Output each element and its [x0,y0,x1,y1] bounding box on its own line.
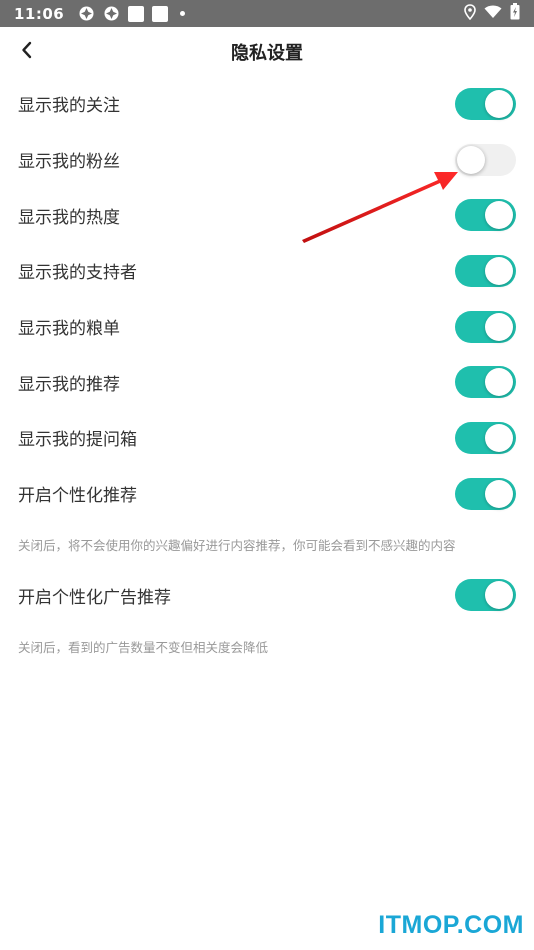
setting-row-personalized-ads: 开启个性化广告推荐 [0,568,534,624]
setting-row-show-food-list: 显示我的粮单 [0,299,534,355]
setting-label: 显示我的热度 [18,207,120,228]
show-fans-toggle[interactable] [455,143,516,176]
toggle-knob [485,201,513,230]
watermark: ITMOP.COM [378,911,524,939]
personalized-recommendation-hint: 关闭后，将不会使用你的兴趣偏好进行内容推荐，你可能会看到不感兴趣的内容 [18,538,456,553]
show-recommendations-toggle[interactable] [455,366,516,399]
chevron-left-icon [20,41,34,63]
setting-label: 开启个性化广告推荐 [18,587,171,608]
status-time: 11:06 [14,4,65,23]
toggle-knob [485,89,513,118]
battery-charging-icon [510,3,520,24]
square-notification-icon [128,5,145,22]
more-dot-icon [180,11,186,16]
location-icon [464,3,476,24]
toggle-knob [485,368,513,397]
setting-row-show-following: 显示我的关注 [0,76,534,132]
setting-label: 显示我的支持者 [18,263,137,284]
toggle-knob [485,312,513,341]
setting-row-personalized-recommendation: 开启个性化推荐 [0,466,534,522]
setting-row-show-supporters: 显示我的支持者 [0,243,534,299]
show-popularity-toggle[interactable] [455,199,516,232]
page-title: 隐私设置 [231,43,303,64]
setting-label: 显示我的关注 [18,96,120,117]
status-bar: 11:06 [0,0,534,27]
square-notification-icon [152,5,169,22]
setting-label: 显示我的粮单 [18,319,120,340]
show-food-list-toggle[interactable] [455,310,516,343]
setting-label: 显示我的推荐 [18,374,120,395]
show-following-toggle[interactable] [455,87,516,120]
app-notification-icon [103,5,120,22]
setting-label: 开启个性化推荐 [18,486,137,507]
toggle-knob [457,145,485,174]
setting-label: 显示我的提问箱 [18,430,137,451]
setting-row-show-popularity: 显示我的热度 [0,187,534,243]
toggle-knob [485,581,513,610]
toggle-knob [485,479,513,508]
nav-bar: 隐私设置 [0,27,534,77]
back-button[interactable] [10,35,44,69]
status-right [464,3,520,24]
show-question-box-toggle[interactable] [455,421,516,454]
setting-row-show-fans: 显示我的粉丝 [0,132,534,188]
wifi-icon [484,5,502,23]
setting-row-show-recommendations: 显示我的推荐 [0,354,534,410]
status-left: 11:06 [14,4,186,23]
personalized-ads-hint: 关闭后，看到的广告数量不变但相关度会降低 [18,639,269,655]
app-notification-icon [78,5,95,22]
toggle-knob [485,423,513,452]
personalized-ads-toggle[interactable] [455,579,516,612]
setting-row-show-question-box: 显示我的提问箱 [0,410,534,466]
show-supporters-toggle[interactable] [455,254,516,287]
settings-list: 显示我的关注 显示我的粉丝 显示我的热度 显示我的支持者 显示我的粮单 显示我的… [0,76,534,669]
personalized-recommendation-toggle[interactable] [455,477,516,510]
toggle-knob [485,256,513,285]
setting-label: 显示我的粉丝 [18,152,120,173]
